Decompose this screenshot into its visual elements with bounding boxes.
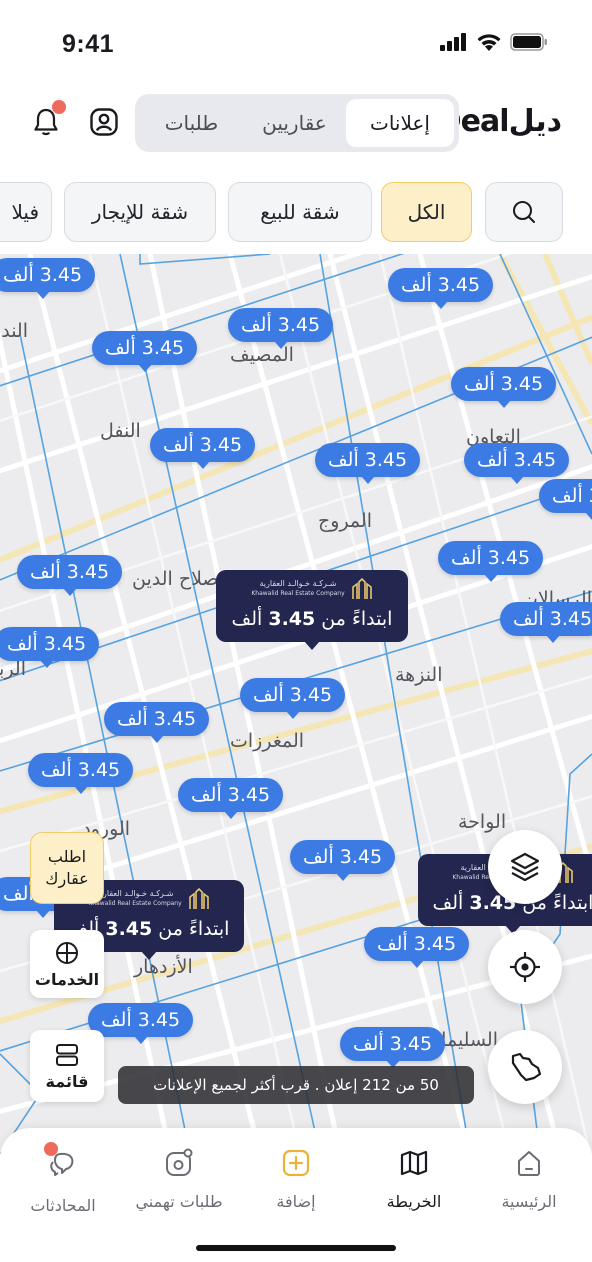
battery-icon: [510, 32, 547, 51]
services-label: الخدمات: [34, 969, 100, 989]
district-label: المروج: [318, 510, 372, 532]
tab-add-label: إضافة: [276, 1192, 316, 1211]
price-pin[interactable]: 3.45 ألف: [178, 778, 284, 819]
add-icon: [282, 1149, 310, 1177]
status-time: 9:41: [62, 30, 115, 58]
price-pin[interactable]: 3.45 ألف: [500, 602, 592, 643]
listing-type-segmented-control: إعلانات عقاريين طلبات: [135, 94, 459, 152]
tab-requests-label: طلبات تهمني: [135, 1192, 223, 1211]
filter-chips: الكل شقة للبيع شقة للإيجار فيلا: [0, 180, 592, 244]
company-price: ابتداءً من 3.45 ألف: [231, 608, 393, 630]
district-label: الواحة: [458, 811, 507, 833]
services-grid-icon: [56, 941, 78, 964]
building-logo-icon: [188, 888, 209, 909]
search-icon: [513, 201, 535, 223]
country-map-button[interactable]: [488, 1030, 562, 1104]
price-pin[interactable]: 3.45 ألف: [92, 331, 198, 372]
saudi-map-icon: [511, 1052, 542, 1082]
price-pin[interactable]: 3.45 ألف: [104, 702, 210, 743]
home-icon: [518, 1151, 540, 1176]
tab-requests[interactable]: طلبات: [140, 99, 243, 147]
layers-icon: [510, 852, 540, 882]
home-indicator: [196, 1245, 396, 1251]
building-logo-icon: [351, 578, 372, 599]
district-label: السليمانية: [438, 1029, 498, 1051]
district-label: النفل: [100, 420, 141, 442]
price-pin[interactable]: 3.45 ألف: [388, 268, 494, 309]
chat-notification-dot: [44, 1142, 58, 1156]
price-pin[interactable]: 3.45 ألف: [340, 1027, 446, 1068]
list-label: قائمة: [45, 1071, 89, 1091]
services-button[interactable]: الخدمات: [30, 930, 104, 998]
price-pin[interactable]: 3.45 ألف: [451, 367, 557, 408]
list-view-button[interactable]: قائمة: [30, 1030, 104, 1102]
map-icon: [400, 1150, 428, 1176]
tab-realtors[interactable]: عقاريين: [243, 99, 346, 147]
price-pin[interactable]: 3.45 ألف: [315, 443, 421, 484]
profile-icon: [90, 108, 118, 136]
tab-listings[interactable]: إعلانات: [345, 99, 454, 147]
chip-apartment-rent[interactable]: شقة للإيجار: [64, 182, 216, 242]
price-pin[interactable]: 3.45 ألف: [0, 258, 96, 299]
tab-add[interactable]: إضافة: [236, 1148, 356, 1211]
wifi-icon: [477, 34, 501, 51]
price-pin[interactable]: 3.45 ألف: [240, 678, 346, 719]
map-view[interactable]: المصيف النفل المروج صلاح الدين النزهة ال…: [0, 254, 592, 1154]
requests-icon: [166, 1148, 193, 1176]
company-name-ar: شـركـة خـوالـد العقارية: [259, 579, 337, 588]
results-count-toast: 50 من 212 إعلان . قرب أكثر لجميع الإعلان…: [118, 1066, 474, 1104]
status-bar: 9:41: [0, 0, 592, 90]
chat-icon-wrap: [44, 1142, 78, 1182]
chip-villa[interactable]: فيلا: [0, 182, 52, 242]
company-pin[interactable]: شـركـة خـوالـد العقارية Khawalid Real Es…: [216, 570, 408, 650]
map-layers-button[interactable]: [488, 830, 562, 904]
request-property-button[interactable]: اطلب عقارك: [30, 832, 104, 904]
cellular-signal-icon: [440, 32, 466, 51]
price-pin[interactable]: 3.45 ألف: [88, 1003, 194, 1044]
district-label: الربيع: [0, 658, 26, 680]
company-logo: شـركـة خـوالـد العقارية Khawalid Real Es…: [216, 570, 408, 608]
list-icon: [56, 1043, 78, 1066]
price-pin[interactable]: 3.45 ألف: [28, 753, 134, 794]
tab-chats-label: المحادثات: [30, 1196, 96, 1215]
price-pin[interactable]: 3.45 ألف: [228, 308, 334, 349]
company-name-en: Khawalid Real Estate Company: [88, 900, 182, 907]
price-pin[interactable]: 3.45 ألف: [0, 627, 100, 668]
notifications-button[interactable]: [30, 100, 66, 138]
tab-map-label: الخريطة: [386, 1192, 442, 1211]
price-pin[interactable]: 3.45 ألف: [17, 555, 123, 596]
district-label: الندى: [0, 320, 28, 342]
price-pin[interactable]: 3.45 ألف: [150, 428, 256, 469]
tab-chats[interactable]: المحادثات: [3, 1142, 123, 1215]
my-location-button[interactable]: [488, 930, 562, 1004]
bottom-tab-bar: الرئيسية الخريطة إضافة طلبات تهمني المحا…: [0, 1128, 592, 1262]
tab-home[interactable]: الرئيسية: [469, 1148, 589, 1211]
price-pin[interactable]: 3.45 ألف: [290, 840, 396, 881]
crosshair-location-icon: [510, 952, 540, 982]
chip-apartment-sale[interactable]: شقة للبيع: [228, 182, 372, 242]
search-button[interactable]: [485, 182, 563, 242]
company-name-en: Khawalid Real Estate Company: [251, 590, 345, 597]
tab-map[interactable]: الخريطة: [354, 1148, 474, 1211]
price-pin[interactable]: 3.45 ألف: [539, 479, 592, 520]
price-pin[interactable]: 3.45 ألف: [464, 443, 570, 484]
price-pin[interactable]: 3.45 ألف: [438, 541, 544, 582]
status-icons: [440, 32, 548, 51]
notification-badge: [52, 100, 66, 114]
tab-home-label: الرئيسية: [501, 1192, 557, 1211]
request-label-line1: اطلب: [47, 847, 87, 866]
district-label: المغرزات: [230, 730, 305, 752]
price-pin[interactable]: 3.45 ألف: [364, 927, 470, 968]
district-label: صلاح الدين: [132, 568, 219, 590]
top-header: Dealديل إعلانات عقاريين طلبات: [0, 90, 592, 164]
tab-interesting-requests[interactable]: طلبات تهمني: [119, 1148, 239, 1211]
profile-button[interactable]: [88, 106, 120, 138]
district-label: النزهة: [395, 664, 443, 686]
request-label-line2: عقارك: [45, 869, 89, 888]
chip-all[interactable]: الكل: [381, 182, 472, 242]
